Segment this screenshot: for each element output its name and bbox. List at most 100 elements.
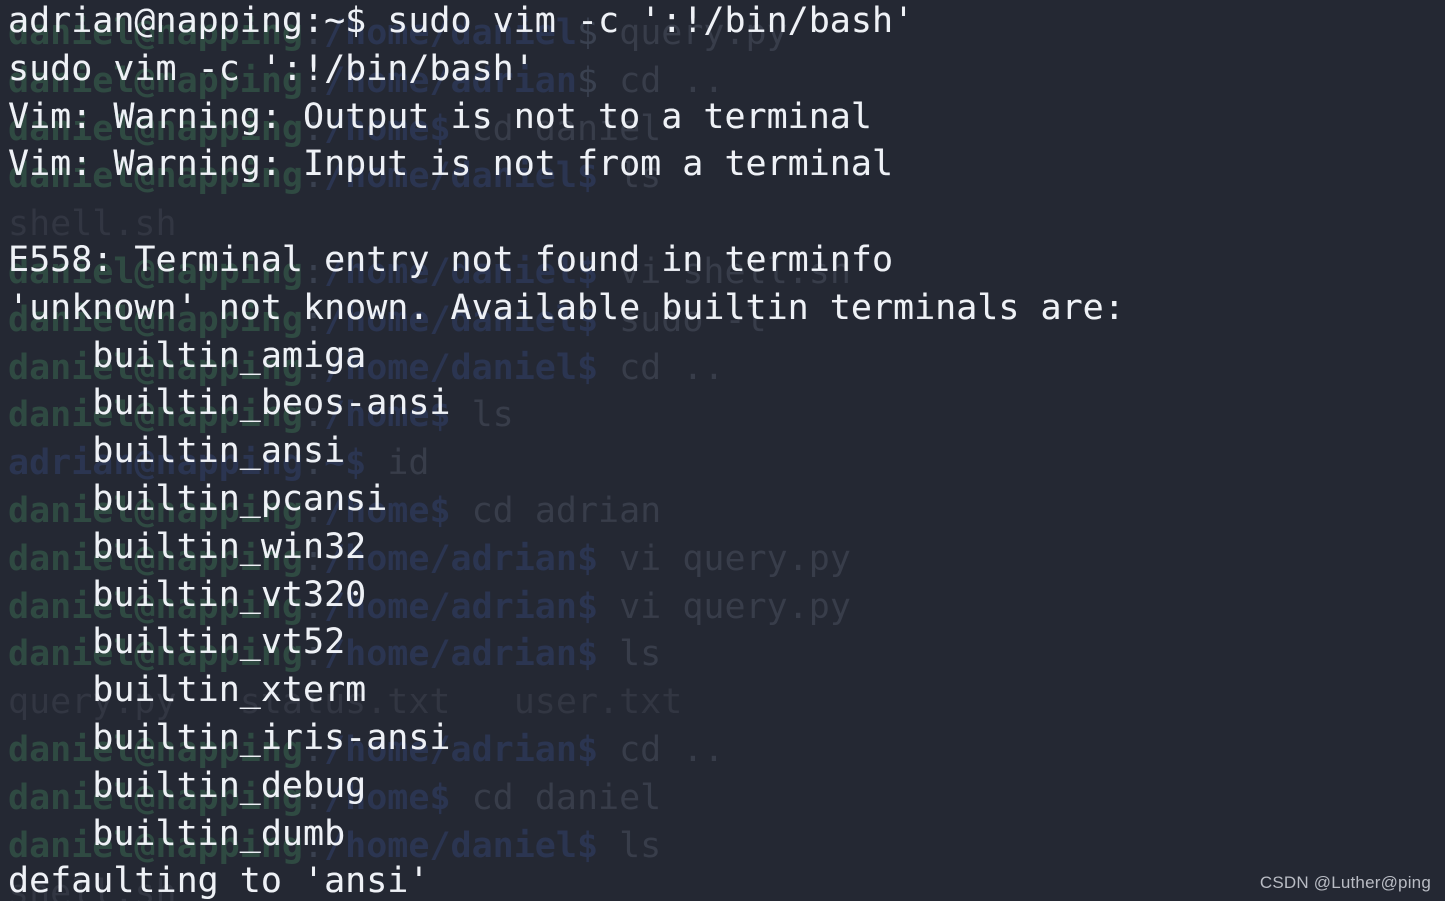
scrollback-prompt-path: /home$ [324, 395, 472, 436]
output-line: builtin_pcansi [8, 478, 388, 519]
scrollback-line: daniel@napping:/home$ cd adrian [8, 488, 1445, 536]
output-line: defaulting to 'ansi' [8, 861, 430, 901]
scrollback-prompt-path: /home$ [324, 490, 472, 531]
scrollback-prompt-path: /home/adrian$ [324, 729, 620, 770]
scrollback-prompt-path: /home/daniel$ [324, 156, 620, 197]
scrollback-prompt-path: ~$ [324, 443, 388, 484]
scrollback-prompt-user: daniel@napping [8, 347, 304, 388]
scrollback-line: daniel@napping:/home/daniel$ query.py [8, 10, 1445, 58]
output-line: builtin_amiga [8, 335, 367, 376]
scrollback-command-text: cd adrian [471, 490, 662, 531]
scrollback-line: daniel@napping:/home/daniel$ cd .. [8, 345, 1445, 393]
scrollback-prompt-user: daniel@napping [8, 13, 304, 53]
scrollback-command-text: cd .. [619, 60, 725, 101]
output-line: 'unknown' not known. Available builtin t… [8, 287, 1125, 328]
scrollback-prompt-separator: : [303, 347, 325, 388]
output-line: builtin_beos-ansi [8, 383, 451, 424]
scrollback-prompt-separator: : [303, 108, 325, 149]
scrollback-prompt-separator: : [303, 825, 325, 866]
output-line: builtin_vt320 [8, 574, 367, 615]
scrollback-command-text: ls [619, 825, 662, 866]
scrollback-prompt-separator: : [303, 251, 325, 292]
scrollback-prompt-separator: : [303, 13, 325, 53]
output-line: builtin_xterm [8, 670, 367, 711]
scrollback-prompt-separator: : [303, 60, 325, 101]
scrollback-prompt-user: daniel@napping [8, 251, 304, 292]
scrollback-command-text: ls [619, 156, 662, 197]
terminal-scrollback-ghost-layer: daniel@napping:/home/daniel$ query.py dan… [0, 10, 1445, 901]
scrollback-prompt-path: /home/daniel$ [324, 299, 620, 340]
scrollback-line: adrian@napping:~$ id [8, 440, 1445, 488]
scrollback-line: shell.sh [8, 201, 1445, 249]
scrollback-prompt-separator: : [303, 490, 325, 531]
output-line: adrian@napping:~$ sudo vim -c ':!/bin/ba… [8, 1, 915, 41]
scrollback-line: daniel@napping:/home$ cd daniel [8, 106, 1445, 154]
scrollback-line: daniel@napping:/home/daniel$ ls [8, 153, 1445, 201]
output-line: sudo vim -c ':!/bin/bash' [8, 48, 535, 89]
terminal-output-layer: adrian@napping:~$ sudo vim -c ':!/bin/ba… [0, 0, 1445, 901]
scrollback-line: daniel@napping:/home/adrian$ vi query.py [8, 536, 1445, 584]
scrollback-prompt-user: daniel@napping [8, 825, 304, 866]
scrollback-prompt-user: daniel@napping [8, 108, 304, 149]
scrollback-line: daniel@napping:/home/adrian$ cd .. [8, 727, 1445, 775]
scrollback-line: daniel@napping:/home/adrian$ vi query.py [8, 584, 1445, 632]
scrollback-prompt-user: daniel@napping [8, 299, 304, 340]
scrollback-line: daniel@napping:/home$ ls [8, 392, 1445, 440]
output-line: builtin_dumb [8, 813, 346, 854]
scrollback-prompt-separator: : [303, 299, 325, 340]
scrollback-prompt-user: daniel@napping [8, 60, 304, 101]
output-line: Vim: Warning: Input is not from a termin… [8, 144, 894, 185]
scrollback-prompt-path: /home$ [324, 777, 472, 818]
scrollback-line: daniel@napping:/home/adrian$ ls [8, 631, 1445, 679]
scrollback-prompt-path: /home/adrian$ [324, 538, 620, 579]
scrollback-command-text: ls [619, 634, 662, 675]
scrollback-prompt-path: /home/daniel$ [324, 347, 620, 388]
scrollback-prompt-symbol: $ [576, 13, 620, 53]
scrollback-command-text: vi query.py [619, 586, 851, 627]
scrollback-prompt-path: /home$ [324, 108, 472, 149]
scrollback-command-text: vi shell.sh [619, 251, 851, 292]
scrollback-prompt-separator: : [303, 777, 325, 818]
scrollback-prompt-user: adrian@napping [8, 443, 304, 484]
output-line: builtin_vt52 [8, 622, 346, 663]
scrollback-prompt-separator: : [303, 443, 325, 484]
scrollback-line: shell.sh [8, 870, 1445, 901]
scrollback-line: query.py status.txt user.txt [8, 679, 1445, 727]
csdn-watermark: CSDN @Luther@ping [1259, 873, 1431, 892]
scrollback-line: daniel@napping:/home/daniel$ sudo -l [8, 297, 1445, 345]
output-blank-line [8, 189, 1445, 237]
scrollback-prompt-symbol: $ [576, 60, 620, 101]
scrollback-command-text: id [387, 443, 430, 484]
scrollback-line: daniel@napping:/home/daniel$ vi shell.sh [8, 249, 1445, 297]
scrollback-command-text: vi query.py [619, 538, 851, 579]
scrollback-prompt-user: daniel@napping [8, 634, 304, 675]
scrollback-prompt-separator: : [303, 538, 325, 579]
scrollback-prompt-path: /home/daniel$ [324, 251, 620, 292]
scrollback-prompt-user: daniel@napping [8, 395, 304, 436]
output-line: builtin_ansi [8, 431, 346, 472]
scrollback-command-text: shell.sh [8, 204, 177, 245]
scrollback-line: daniel@napping:/home/adrian$ cd .. [8, 58, 1445, 106]
scrollback-prompt-user: daniel@napping [8, 586, 304, 627]
output-line: builtin_win32 [8, 526, 367, 567]
scrollback-prompt-user: daniel@napping [8, 729, 304, 770]
output-line: Vim: Warning: Output is not to a termina… [8, 96, 872, 137]
scrollback-prompt-separator: : [303, 395, 325, 436]
scrollback-prompt-user: daniel@napping [8, 156, 304, 197]
scrollback-command-text: shell.sh [8, 873, 177, 901]
scrollback-prompt-path: /home/daniel$ [324, 825, 620, 866]
scrollback-command-text: sudo -l [619, 299, 767, 340]
output-line: builtin_debug [8, 765, 367, 806]
terminal-window[interactable]: daniel@napping:/home/daniel$ query.py dan… [0, 0, 1445, 901]
output-line: builtin_iris-ansi [8, 717, 451, 758]
scrollback-prompt-path: /home/adrian$ [324, 586, 620, 627]
output-line: E558: Terminal entry not found in termin… [8, 239, 894, 280]
scrollback-command-text: cd daniel [471, 777, 662, 818]
scrollback-prompt-separator: : [303, 729, 325, 770]
scrollback-command-text: query.py [619, 13, 788, 53]
scrollback-command-text: cd .. [619, 729, 725, 770]
scrollback-line: daniel@napping:/home$ cd daniel [8, 775, 1445, 823]
scrollback-prompt-separator: : [303, 634, 325, 675]
scrollback-prompt-user: daniel@napping [8, 777, 304, 818]
scrollback-prompt-separator: : [303, 586, 325, 627]
